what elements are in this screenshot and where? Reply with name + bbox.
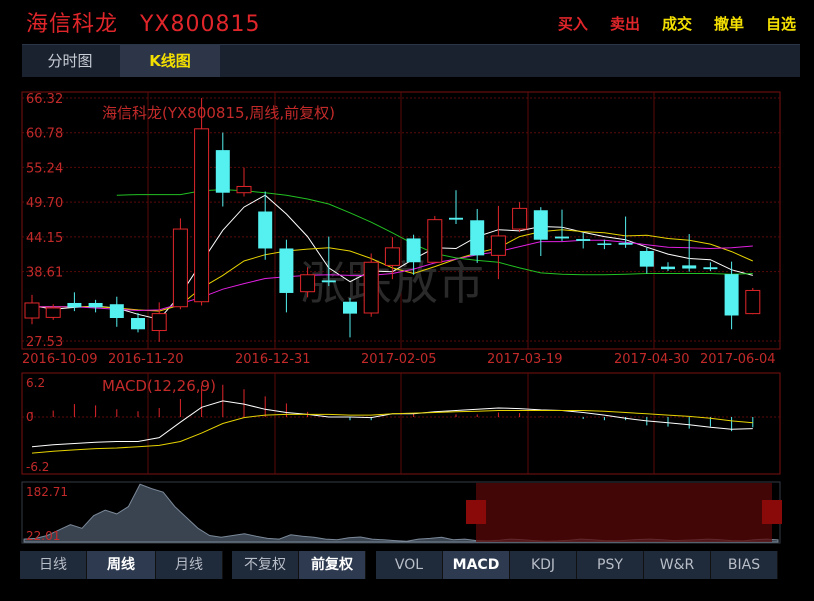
x-label: 2016-10-09 <box>22 352 98 367</box>
candle-body-down <box>639 250 654 267</box>
indicator-vol-button[interactable]: VOL <box>376 551 443 579</box>
adjust-group: 不复权 前复权 <box>232 551 366 579</box>
candle-body-up <box>45 307 61 318</box>
period-group: 日线 周线 月线 <box>20 551 223 579</box>
candle-body-down <box>279 248 294 293</box>
candle-body-down <box>449 217 463 220</box>
candle-body-down <box>67 302 82 308</box>
tab-kline[interactable]: K线图 <box>120 45 220 77</box>
deal-button[interactable]: 成交 <box>662 13 692 34</box>
x-label: 2017-03-19 <box>487 352 563 367</box>
volume-y-tick: 182.71 <box>26 485 68 499</box>
candle-body-down <box>661 266 675 270</box>
stock-title: 海信科龙 YX800815 <box>26 6 261 38</box>
candle-body-down <box>682 265 697 269</box>
candle <box>427 215 443 263</box>
candle-body-up <box>300 274 316 293</box>
candle-body-down <box>131 318 145 330</box>
candle-body-up <box>151 313 167 332</box>
y-tick: 44.15 <box>26 231 63 246</box>
candle-body-up <box>194 128 210 303</box>
sell-button[interactable]: 卖出 <box>610 13 640 34</box>
y-tick: 27.53 <box>26 335 63 350</box>
candle-body-up <box>236 185 252 194</box>
stock-name: 海信科龙 <box>26 12 119 37</box>
x-label: 2017-04-30 <box>614 352 690 367</box>
x-label: 2017-06-04 <box>700 352 776 367</box>
candle-body-down <box>258 211 273 249</box>
candle <box>194 98 210 306</box>
candle <box>363 253 379 317</box>
trade-actions: 买入 卖出 成交 撤单 自选 <box>558 13 796 34</box>
y-tick: 49.70 <box>26 196 63 211</box>
kline-x-labels: 2016-10-09 2016-11-20 2016-12-31 2017-02… <box>22 352 776 367</box>
indicator-group: VOL MACD KDJ PSY W&R BIAS <box>376 551 778 579</box>
candle-body-down <box>597 243 612 245</box>
candle-body-up <box>512 207 528 230</box>
buy-button[interactable]: 买入 <box>558 13 588 34</box>
header: 海信科龙 YX800815 买入 卖出 成交 撤单 自选 <box>0 0 814 40</box>
candle-body-up <box>384 247 400 266</box>
candle-body-down <box>215 150 230 193</box>
indicator-macd-button[interactable]: MACD <box>443 551 510 579</box>
candle <box>745 287 761 315</box>
candle-body-down <box>618 242 633 245</box>
stock-code: YX800815 <box>140 12 261 37</box>
macd-legend: MACD(12,26,9) <box>102 377 216 395</box>
chart-tabs: 分时图 K线图 <box>22 44 800 77</box>
chart-area: 涨跌放市 66.32 60.78 55.24 49.70 44.15 38.61… <box>21 91 782 544</box>
candle-body-up <box>427 219 443 263</box>
candle-body-down <box>576 239 591 241</box>
watchlist-button[interactable]: 自选 <box>766 13 796 34</box>
candle-body-down <box>555 236 569 239</box>
tab-intraday[interactable]: 分时图 <box>22 45 118 77</box>
y-tick: 38.61 <box>26 266 63 281</box>
indicator-wr-button[interactable]: W&R <box>644 551 711 579</box>
y-tick: 66.32 <box>26 92 63 107</box>
candle-body-down <box>343 301 357 314</box>
candle-body-down <box>724 274 739 316</box>
period-day-button[interactable]: 日线 <box>20 551 87 579</box>
candle-body-up <box>172 228 188 308</box>
candle-body-down <box>321 280 336 283</box>
y-tick: 60.78 <box>26 127 63 142</box>
period-week-button[interactable]: 周线 <box>87 551 156 579</box>
x-label: 2017-02-05 <box>361 352 437 367</box>
indicator-bias-button[interactable]: BIAS <box>711 551 778 579</box>
period-month-button[interactable]: 月线 <box>156 551 223 579</box>
candle-body-down <box>703 267 718 270</box>
candle-body-up <box>745 289 761 315</box>
candle-body-down <box>533 210 548 240</box>
macd-y-tick: 6.2 <box>26 376 45 390</box>
no-adjust-button[interactable]: 不复权 <box>232 551 299 579</box>
candle-body-up <box>490 235 506 256</box>
candle-body-up <box>24 302 40 319</box>
y-tick: 55.24 <box>26 161 63 176</box>
candle-body-down <box>109 304 124 319</box>
forward-adjust-button[interactable]: 前复权 <box>299 551 366 579</box>
indicator-psy-button[interactable]: PSY <box>577 551 644 579</box>
range-handle-right[interactable] <box>762 500 782 524</box>
volume-y-tick: 22.01 <box>26 529 60 543</box>
x-label: 2016-12-31 <box>235 352 311 367</box>
x-label: 2016-11-20 <box>108 352 184 367</box>
kline-legend: 海信科龙(YX800815,周线,前复权) <box>102 104 335 122</box>
candle-body-down <box>470 220 485 256</box>
macd-y-tick: -6.2 <box>26 460 49 474</box>
range-handle-left[interactable] <box>466 500 486 524</box>
candle-body-down <box>406 238 421 263</box>
indicator-kdj-button[interactable]: KDJ <box>510 551 577 579</box>
candle-body-up <box>363 261 379 314</box>
cancel-order-button[interactable]: 撤单 <box>714 13 744 34</box>
candle-body-down <box>88 302 103 308</box>
candle <box>172 218 188 310</box>
range-selection[interactable] <box>476 483 772 542</box>
